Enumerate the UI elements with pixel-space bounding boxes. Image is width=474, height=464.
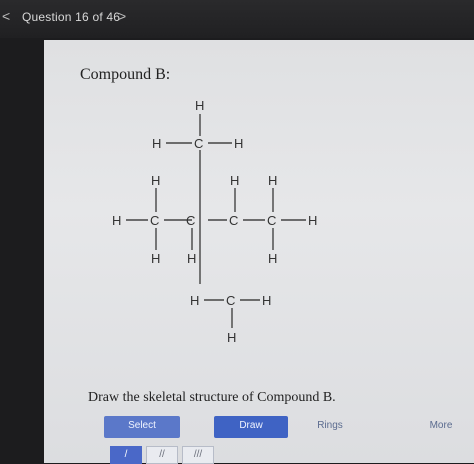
atom-h: H bbox=[187, 251, 196, 266]
atom-h: H bbox=[151, 173, 160, 188]
atom-h: H bbox=[190, 293, 199, 308]
triple-bond-tool[interactable]: /// bbox=[182, 446, 214, 464]
atom-h: H bbox=[234, 136, 243, 151]
next-question-icon[interactable]: > bbox=[118, 8, 126, 24]
tab-rings[interactable]: Rings bbox=[302, 416, 358, 438]
atom-h: H bbox=[151, 251, 160, 266]
top-bar: < Question 16 of 46 > bbox=[0, 0, 474, 38]
atom-c: C bbox=[226, 293, 235, 308]
atom-h: H bbox=[268, 251, 277, 266]
atom-h: H bbox=[152, 136, 161, 151]
atom-c: C bbox=[267, 213, 276, 228]
question-counter: Question 16 of 46 bbox=[22, 10, 121, 24]
atom-h: H bbox=[227, 330, 236, 345]
structure-diagram: H H C H H H H H C C C C H H H H H C H H bbox=[112, 98, 317, 345]
question-panel: Compound B: H H C H H H H H C C C C H H … bbox=[44, 40, 474, 464]
atom-c: C bbox=[194, 136, 203, 151]
atom-h: H bbox=[308, 213, 317, 228]
atom-h: H bbox=[112, 213, 121, 228]
question-prompt: Draw the skeletal structure of Compound … bbox=[88, 390, 336, 405]
double-bond-tool[interactable]: // bbox=[146, 446, 178, 464]
atom-h: H bbox=[268, 173, 277, 188]
bond-tool-row: / // /// bbox=[92, 444, 292, 464]
drawing-toolbar: Select Draw Rings More bbox=[96, 412, 474, 442]
atom-c: C bbox=[150, 213, 159, 228]
tab-select[interactable]: Select bbox=[104, 416, 180, 438]
atom-c: C bbox=[229, 213, 238, 228]
atom-c: C bbox=[186, 213, 195, 228]
atom-h: H bbox=[195, 98, 204, 113]
atom-h: H bbox=[230, 173, 239, 188]
atom-h: H bbox=[262, 293, 271, 308]
previous-question-icon[interactable]: < bbox=[2, 8, 10, 24]
tab-draw[interactable]: Draw bbox=[214, 416, 288, 438]
tab-more[interactable]: More bbox=[414, 416, 468, 438]
single-bond-tool[interactable]: / bbox=[110, 446, 142, 464]
